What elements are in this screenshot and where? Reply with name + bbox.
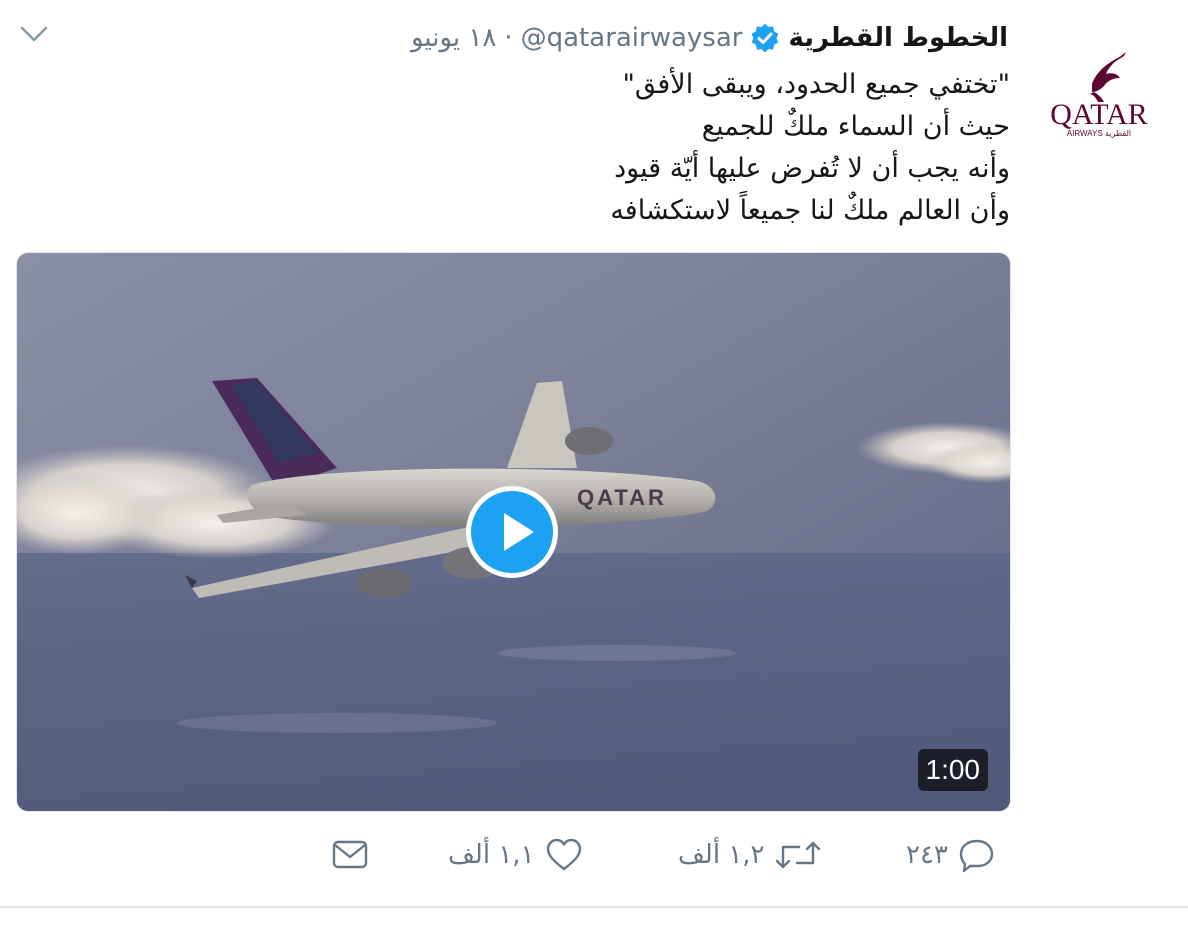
tweet-actions: ٢٤٣ ١,٢ ألف ١,١ ألف: [0, 830, 1188, 880]
envelope-icon: [331, 837, 369, 873]
tweet-text-line: حيث أن السماء ملكٌ للجميع: [701, 111, 1010, 142]
reply-button[interactable]: ٢٤٣: [906, 830, 996, 880]
retweet-button[interactable]: ١,٢ ألف: [678, 830, 821, 880]
tweet-text-line: وأن العالم ملكٌ لنا جميعاً لاستكشافه: [610, 195, 1010, 226]
header-separator: ·: [504, 23, 513, 53]
reply-count: ٢٤٣: [906, 840, 948, 870]
like-button[interactable]: ١,١ ألف: [448, 830, 583, 880]
video-player[interactable]: QATAR 1:00: [16, 252, 1011, 812]
play-icon: [504, 513, 534, 551]
tweet-text-line: "تختفي جميع الحدود، ويبقى الأفق": [622, 69, 1010, 100]
display-name[interactable]: الخطوط القطرية: [788, 23, 1008, 53]
tweet-text-line: وأنه يجب أن لا تُفرض عليها أيّة قيود: [614, 153, 1010, 184]
reply-icon: [958, 837, 996, 873]
verified-badge-icon: [750, 23, 780, 53]
tweet-date[interactable]: ١٨ يونيو: [411, 23, 496, 53]
avatar-logo-text: QATAR: [1050, 98, 1148, 131]
more-options-chevron-down-icon[interactable]: [18, 22, 50, 46]
like-count: ١,١ ألف: [448, 840, 535, 870]
retweet-icon: [775, 837, 821, 873]
avatar[interactable]: QATAR AIRWAYS القطرية: [1034, 32, 1164, 162]
avatar-logo-subtext: AIRWAYS القطرية: [1067, 129, 1131, 138]
aircraft-livery-text: QATAR: [577, 485, 667, 510]
tweet-header: الخطوط القطرية @qatarairwaysar · ١٨ يوني…: [411, 18, 1008, 58]
play-button[interactable]: [466, 486, 558, 578]
account-handle[interactable]: @qatarairwaysar: [521, 23, 743, 53]
direct-message-button[interactable]: [331, 830, 369, 880]
video-duration-badge: 1:00: [917, 749, 988, 791]
tweet[interactable]: الخطوط القطرية @qatarairwaysar · ١٨ يوني…: [0, 0, 1188, 928]
heart-icon: [545, 837, 583, 873]
tweet-text: "تختفي جميع الحدود، ويبقى الأفق" حيث أن …: [190, 64, 1010, 232]
oryx-logo-icon: [1090, 52, 1126, 102]
retweet-count: ١,٢ ألف: [678, 840, 765, 870]
tweet-divider: [0, 906, 1188, 908]
